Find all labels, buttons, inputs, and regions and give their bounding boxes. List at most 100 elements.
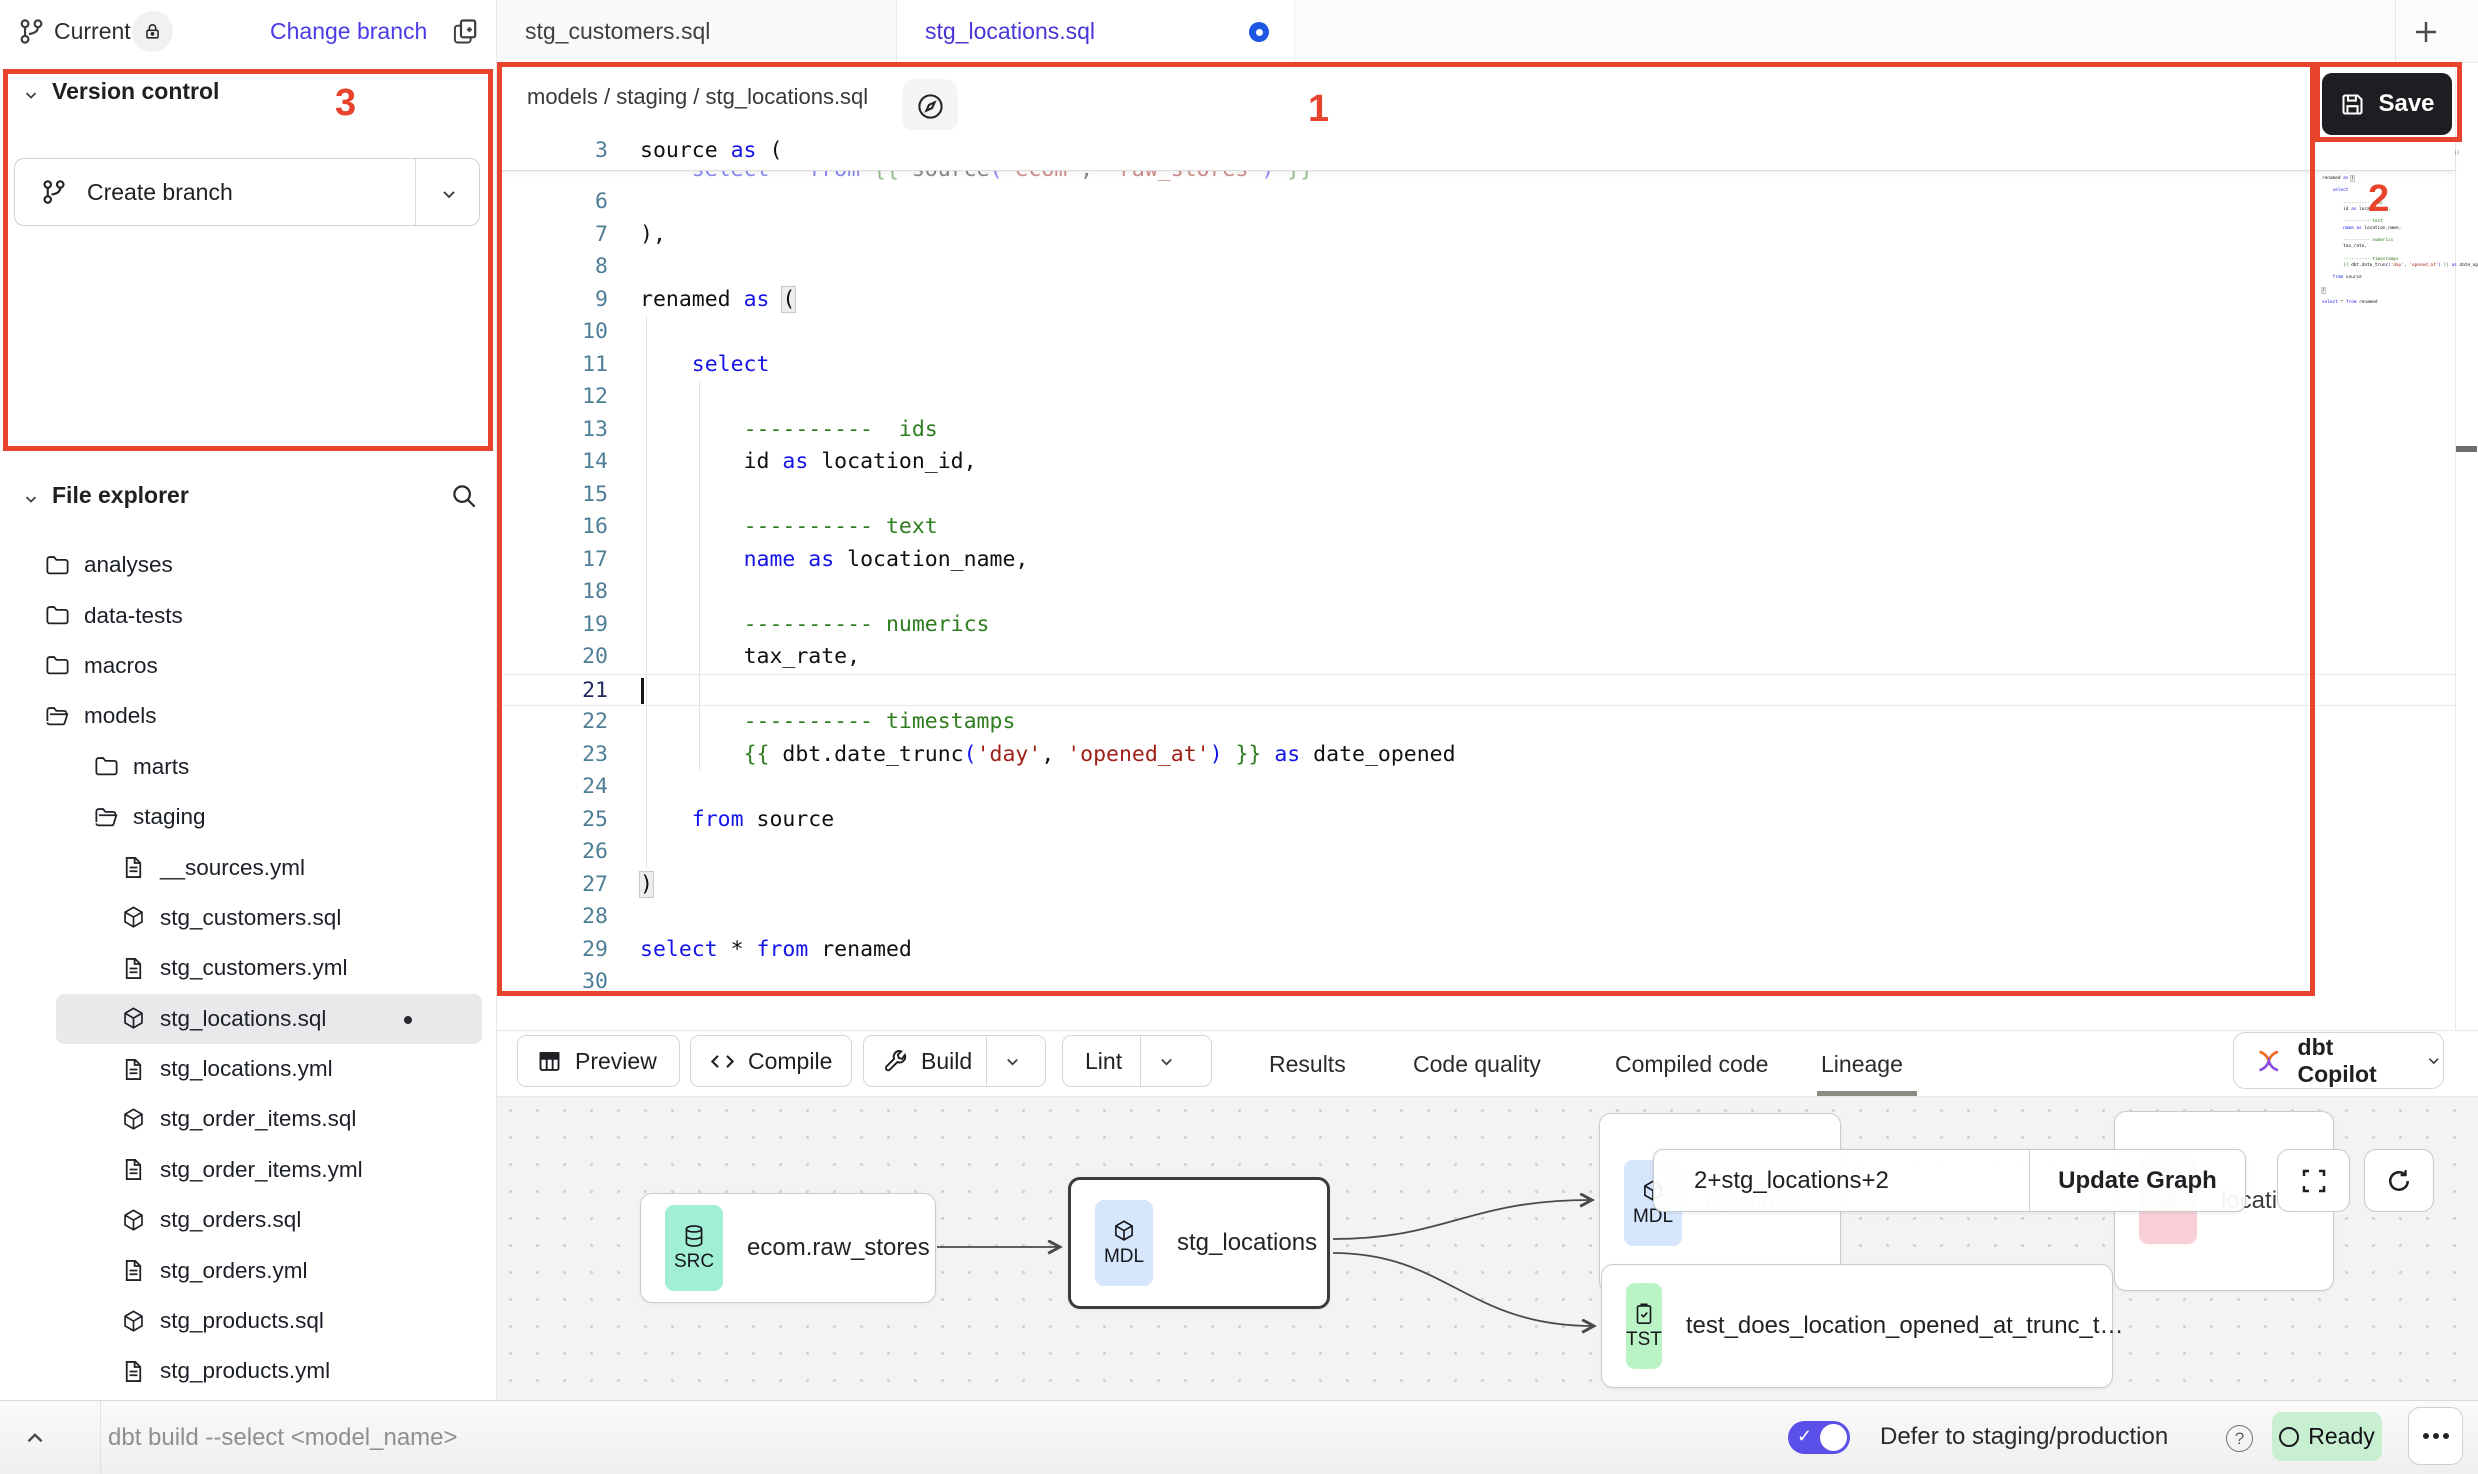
chevron-down-icon[interactable] bbox=[22, 490, 40, 508]
build-dropdown[interactable] bbox=[986, 1036, 1038, 1086]
badge-label: SRC bbox=[674, 1251, 714, 1273]
code-line-14[interactable]: 14 id as location_id, bbox=[497, 446, 2455, 479]
tab-stg-customers[interactable]: stg_customers.sql bbox=[497, 0, 897, 63]
tree-item-stg-orders-sql[interactable]: stg_orders.sql bbox=[0, 1195, 496, 1245]
code-token: {{ bbox=[2343, 263, 2351, 268]
tree-item-stg-order-items-sql[interactable]: stg_order_items.sql bbox=[0, 1094, 496, 1144]
test-badge: TST bbox=[1626, 1283, 1662, 1369]
tab-code-quality[interactable]: Code quality bbox=[1413, 1031, 1541, 1097]
git-branch-icon bbox=[39, 177, 69, 207]
tree-item-stg-locations-sql[interactable]: stg_locations.sql bbox=[56, 994, 482, 1044]
tab-compiled-code[interactable]: Compiled code bbox=[1615, 1031, 1768, 1097]
tab-label: stg_customers.sql bbox=[525, 18, 710, 45]
search-icon[interactable] bbox=[449, 481, 479, 511]
change-branch-link[interactable]: Change branch bbox=[270, 0, 427, 63]
model-icon bbox=[120, 1207, 147, 1234]
tree-item-stg-customers-sql[interactable]: stg_customers.sql bbox=[0, 893, 496, 943]
copilot-label: dbt Copilot bbox=[2298, 1034, 2410, 1088]
code-line-15[interactable]: 15 bbox=[497, 479, 2455, 512]
code-token bbox=[640, 644, 744, 669]
code-token bbox=[640, 807, 692, 832]
preview-label: Preview bbox=[575, 1048, 657, 1075]
code-token: source bbox=[2343, 275, 2362, 280]
refresh-button[interactable] bbox=[2364, 1149, 2434, 1212]
code-line-28[interactable]: 28 bbox=[497, 901, 2455, 934]
open-lineage-chip[interactable] bbox=[902, 79, 958, 133]
code-line-22[interactable]: 22 ---------- timestamps bbox=[497, 706, 2455, 739]
fullscreen-button[interactable] bbox=[2277, 1149, 2350, 1212]
new-tab-button[interactable] bbox=[2408, 14, 2444, 50]
tab-lineage[interactable]: Lineage bbox=[1821, 1031, 1903, 1097]
code-line-16[interactable]: 16 ---------- text bbox=[497, 511, 2455, 544]
code-line-10[interactable]: 10 bbox=[497, 316, 2455, 349]
code-line-11[interactable]: 11 select bbox=[497, 349, 2455, 382]
tab-stg-locations[interactable]: stg_locations.sql bbox=[897, 0, 1295, 63]
code-line-18[interactable]: 18 bbox=[497, 576, 2455, 609]
more-options-button[interactable] bbox=[2408, 1407, 2463, 1465]
code-line-8[interactable]: 8 bbox=[497, 251, 2455, 284]
tree-item-stg-order-items-yml[interactable]: stg_order_items.yml bbox=[0, 1145, 496, 1195]
tree-item-label: stg_orders.yml bbox=[160, 1258, 308, 1284]
doc-icon bbox=[120, 1358, 147, 1385]
code-line-20[interactable]: 20 tax_rate, bbox=[497, 641, 2455, 674]
lineage-panel[interactable]: MDL locations locations SRC ecom.raw_sto… bbox=[497, 1097, 2478, 1400]
tree-item-analyses[interactable]: analyses bbox=[0, 540, 496, 590]
copy-icon[interactable] bbox=[450, 16, 481, 47]
code-line-23[interactable]: 23 {{ dbt.date_trunc('day', 'opened_at')… bbox=[497, 739, 2455, 772]
code-line-30[interactable]: 30 bbox=[497, 966, 2455, 999]
preview-button[interactable]: Preview bbox=[517, 1035, 680, 1087]
tab-results[interactable]: Results bbox=[1269, 1031, 1346, 1097]
tree-item-models[interactable]: models bbox=[0, 691, 496, 741]
dbt-copilot-button[interactable]: dbt Copilot bbox=[2233, 1032, 2444, 1089]
code-token bbox=[2322, 226, 2343, 231]
lineage-node-stg-locations[interactable]: MDL stg_locations bbox=[1068, 1177, 1330, 1309]
code-editor[interactable]: models / staging / stg_locations.sql 3so… bbox=[497, 63, 2478, 1030]
scrollbar-thumb[interactable] bbox=[2456, 446, 2477, 452]
lint-dropdown[interactable] bbox=[1140, 1036, 1192, 1086]
code-line-19[interactable]: 19 ---------- numerics bbox=[497, 609, 2455, 642]
code-line-25[interactable]: 25 from source bbox=[497, 804, 2455, 837]
build-button[interactable]: Build bbox=[863, 1035, 1046, 1087]
tree-item-stg-products-sql[interactable]: stg_products.sql bbox=[0, 1296, 496, 1346]
code-token: as bbox=[782, 449, 808, 474]
tree-item-staging[interactable]: staging bbox=[0, 792, 496, 842]
lineage-node-ecom-raw-stores[interactable]: SRC ecom.raw_stores bbox=[640, 1193, 936, 1303]
chevron-down-icon[interactable] bbox=[22, 86, 40, 104]
save-button[interactable]: Save bbox=[2322, 73, 2452, 135]
tree-item-data-tests[interactable]: data-tests bbox=[0, 590, 496, 640]
folder-icon bbox=[44, 652, 71, 679]
node-label: test_does_location_opened_at_trunc_t… bbox=[1686, 1312, 2124, 1340]
code-line-27[interactable]: 27) bbox=[497, 869, 2455, 902]
tree-item--sources-yml[interactable]: __sources.yml bbox=[0, 842, 496, 892]
code-line-26[interactable]: 26 bbox=[497, 836, 2455, 869]
code-line-29[interactable]: 29select * from renamed bbox=[497, 934, 2455, 967]
update-graph-button[interactable]: Update Graph bbox=[2029, 1150, 2245, 1211]
code-line-12[interactable]: 12 bbox=[497, 381, 2455, 414]
code-line-13[interactable]: 13 ---------- ids bbox=[497, 414, 2455, 447]
code-line-24[interactable]: 24 bbox=[497, 771, 2455, 804]
tree-item-stg-locations-yml[interactable]: stg_locations.yml bbox=[0, 1044, 496, 1094]
code-token: renamed bbox=[640, 287, 744, 312]
code-line-9[interactable]: 9renamed as ( bbox=[497, 284, 2455, 317]
tree-item-marts[interactable]: marts bbox=[0, 742, 496, 792]
chevron-down-icon[interactable] bbox=[439, 184, 459, 204]
code-lines[interactable]: 67),89renamed as (1011 select1213 ------… bbox=[497, 186, 2455, 999]
lineage-node-test[interactable]: TST test_does_location_opened_at_trunc_t… bbox=[1601, 1264, 2113, 1388]
code-line-6[interactable]: 6 bbox=[497, 186, 2455, 219]
lint-button[interactable]: Lint bbox=[1062, 1035, 1212, 1087]
tree-item-macros[interactable]: macros bbox=[0, 641, 496, 691]
command-input[interactable] bbox=[108, 1401, 1408, 1474]
chevron-up-icon[interactable] bbox=[22, 1425, 48, 1451]
line-number: 17 bbox=[497, 544, 608, 577]
tree-item-stg-customers-yml[interactable]: stg_customers.yml bbox=[0, 943, 496, 993]
code-line-17[interactable]: 17 name as location_name, bbox=[497, 544, 2455, 577]
lineage-selector-input[interactable] bbox=[1654, 1150, 2029, 1211]
create-branch-button[interactable]: Create branch bbox=[14, 158, 480, 226]
code-line-7[interactable]: 7), bbox=[497, 219, 2455, 252]
defer-toggle[interactable]: ✓ bbox=[1788, 1421, 1850, 1454]
code-line-21[interactable]: 21 bbox=[497, 674, 2455, 707]
tree-item-stg-products-yml[interactable]: stg_products.yml bbox=[0, 1346, 496, 1396]
compile-button[interactable]: Compile bbox=[690, 1035, 852, 1087]
tree-item-stg-orders-yml[interactable]: stg_orders.yml bbox=[0, 1245, 496, 1295]
help-icon[interactable]: ? bbox=[2226, 1425, 2253, 1452]
